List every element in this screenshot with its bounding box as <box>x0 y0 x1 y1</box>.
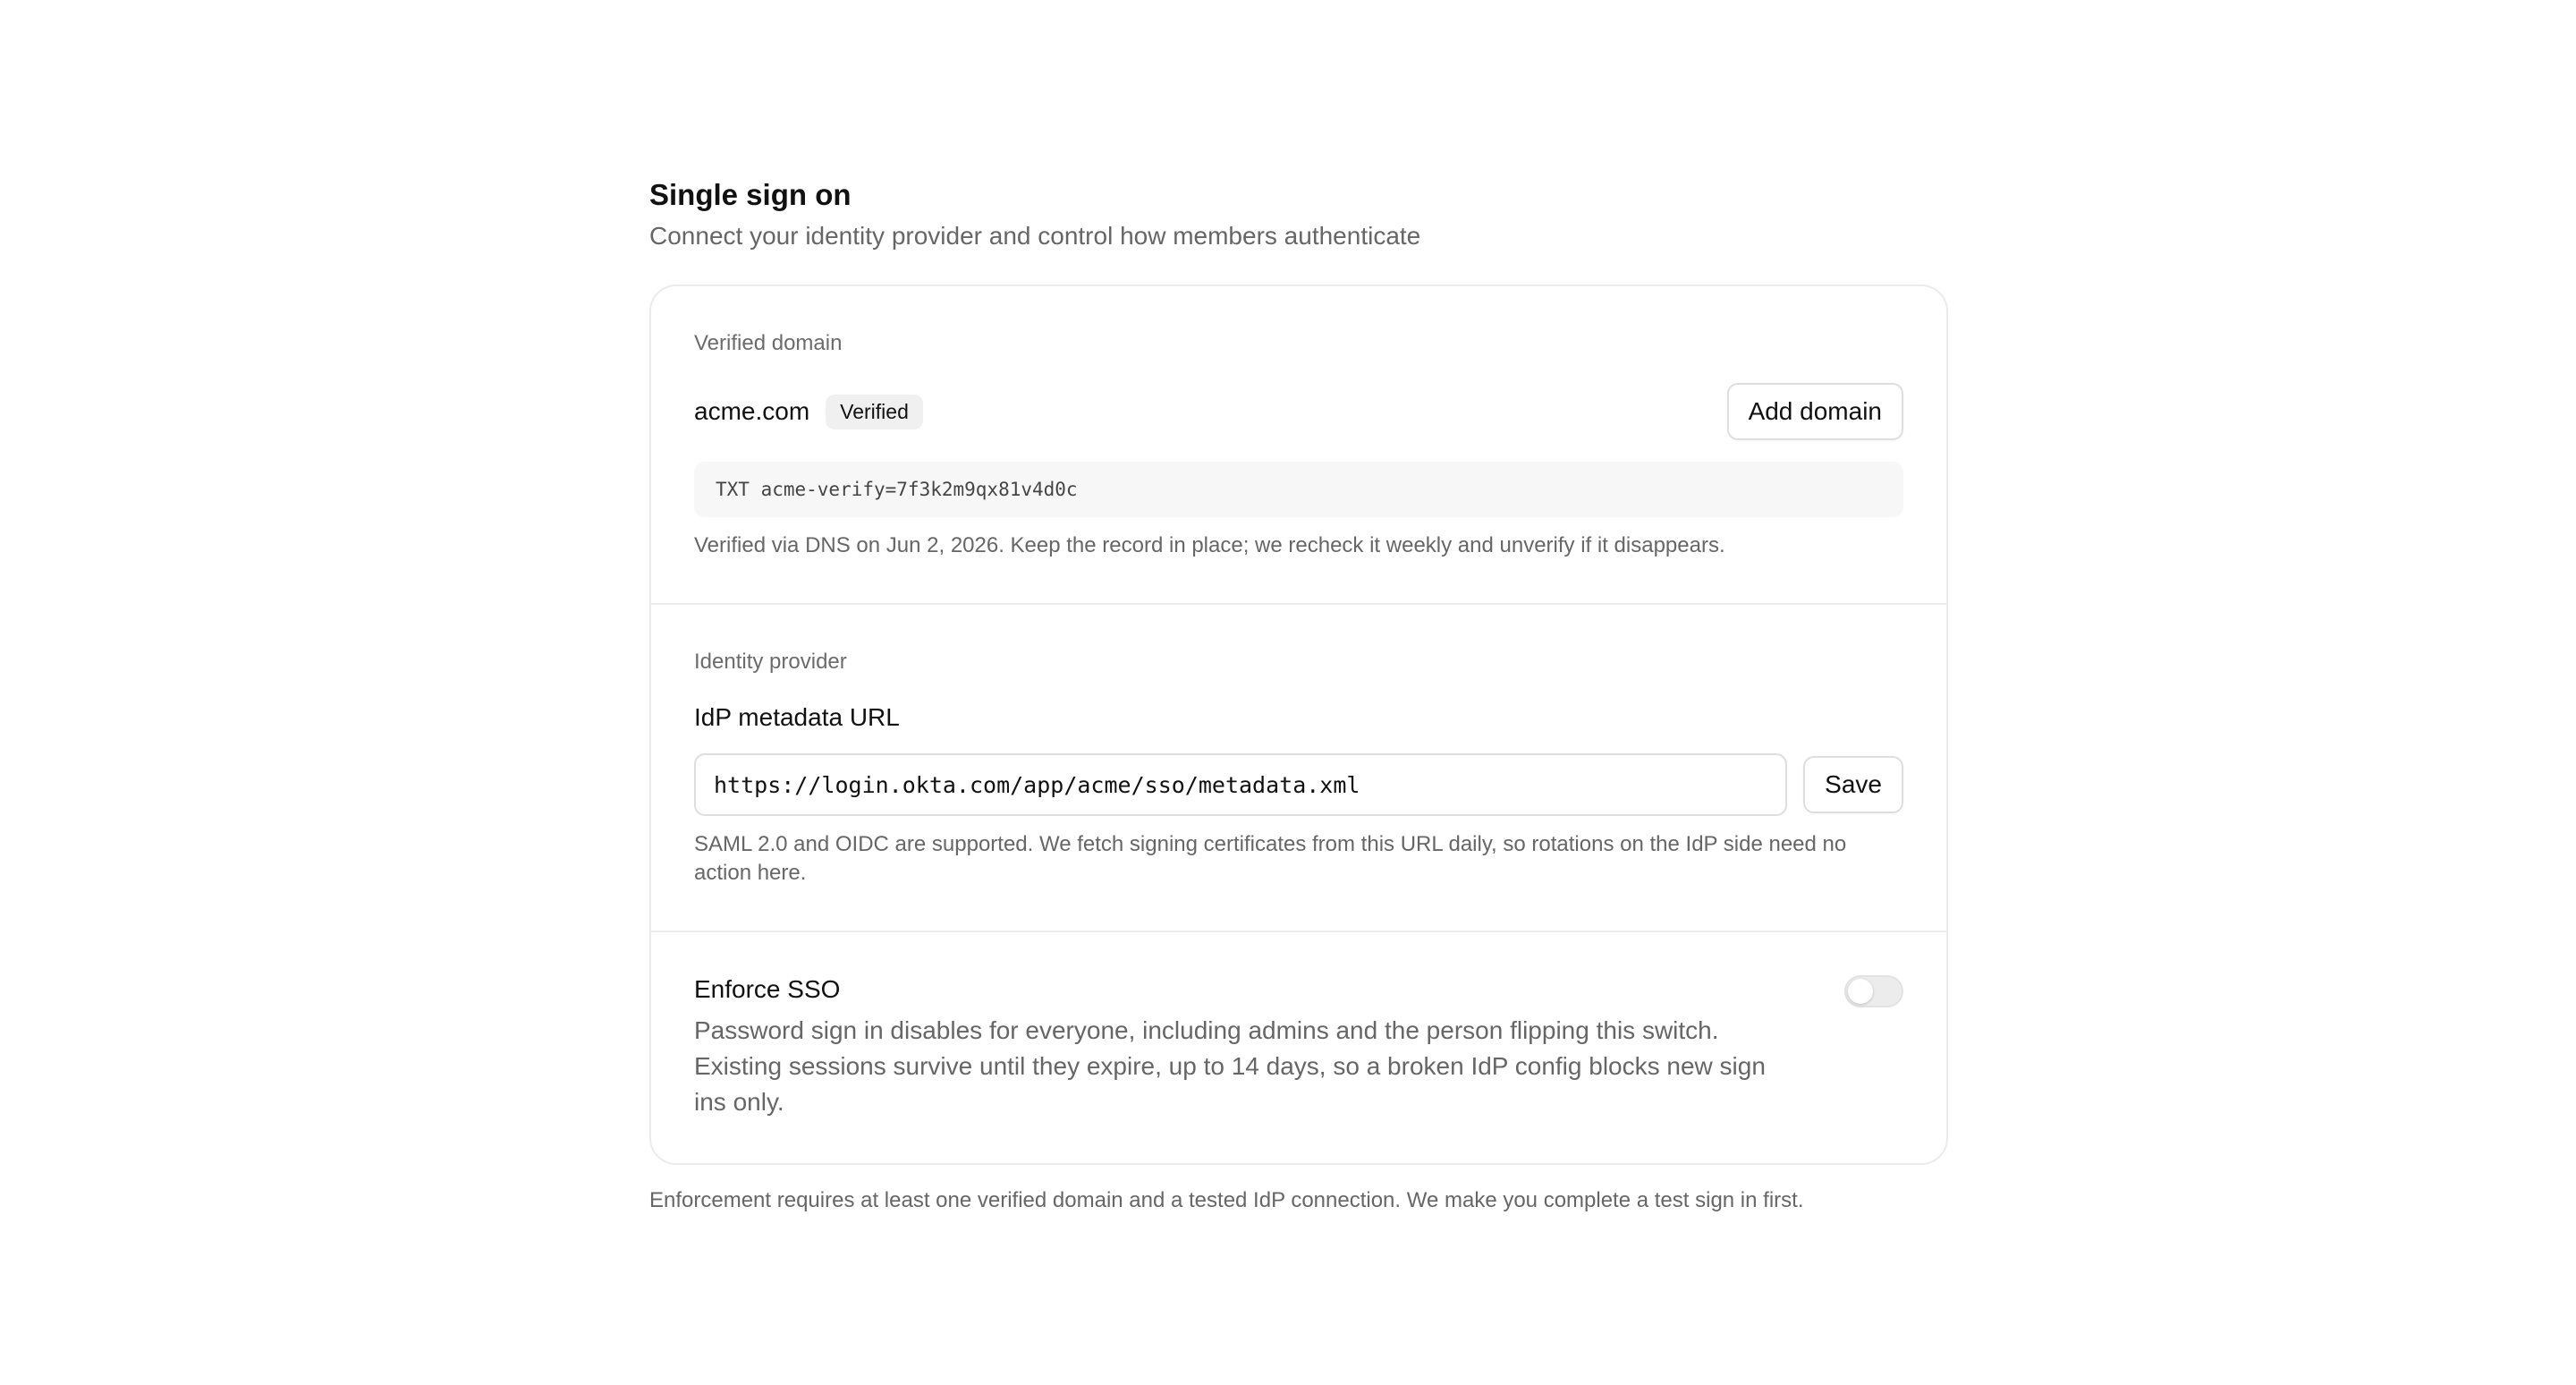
add-domain-button[interactable]: Add domain <box>1726 383 1903 440</box>
domain-name: acme.com <box>694 397 810 425</box>
toggle-knob <box>1848 979 1873 1004</box>
enforce-sso-toggle[interactable] <box>1844 975 1903 1007</box>
idp-help-text: SAML 2.0 and OIDC are supported. We fetc… <box>694 832 1847 885</box>
sso-settings-page: Single sign on Connect your identity pro… <box>649 175 1948 1215</box>
section-label-verified-domain: Verified domain <box>694 331 843 355</box>
enforcement-footnote: Enforcement requires at least one verifi… <box>649 1188 1804 1212</box>
domain-help-text: Verified via DNS on Jun 2, 2026. Keep th… <box>694 533 1725 557</box>
section-label-identity-provider: Identity provider <box>694 650 847 674</box>
enforce-sso-description: Password sign in disables for everyone, … <box>694 1016 1766 1116</box>
enforce-sso-section: Enforce SSO Password sign in disables fo… <box>651 930 1946 1163</box>
idp-url-row: Save <box>694 753 1903 816</box>
idp-metadata-url-input[interactable] <box>694 753 1788 816</box>
enforce-row: Enforce SSO Password sign in disables fo… <box>694 975 1903 1120</box>
page-subtitle: Connect your identity provider and contr… <box>649 222 1421 250</box>
idp-metadata-url-label: IdP metadata URL <box>694 703 900 731</box>
identity-provider-section: Identity provider IdP metadata URL Save … <box>651 603 1946 930</box>
save-button[interactable]: Save <box>1803 756 1903 813</box>
domain-row: acme.com Verified Add domain <box>694 383 1903 440</box>
enforce-sso-title: Enforce SSO <box>694 975 841 1003</box>
domain-info: acme.com Verified <box>694 394 923 429</box>
sso-card: Verified domain acme.com Verified Add do… <box>649 285 1948 1165</box>
enforce-text: Enforce SSO Password sign in disables fo… <box>694 975 1803 1120</box>
verified-domain-section: Verified domain acme.com Verified Add do… <box>651 286 1946 603</box>
verified-badge: Verified <box>826 394 923 429</box>
page-title: Single sign on <box>649 178 852 211</box>
dns-txt-record: TXT acme-verify=7f3k2m9qx81v4d0c <box>694 462 1903 517</box>
